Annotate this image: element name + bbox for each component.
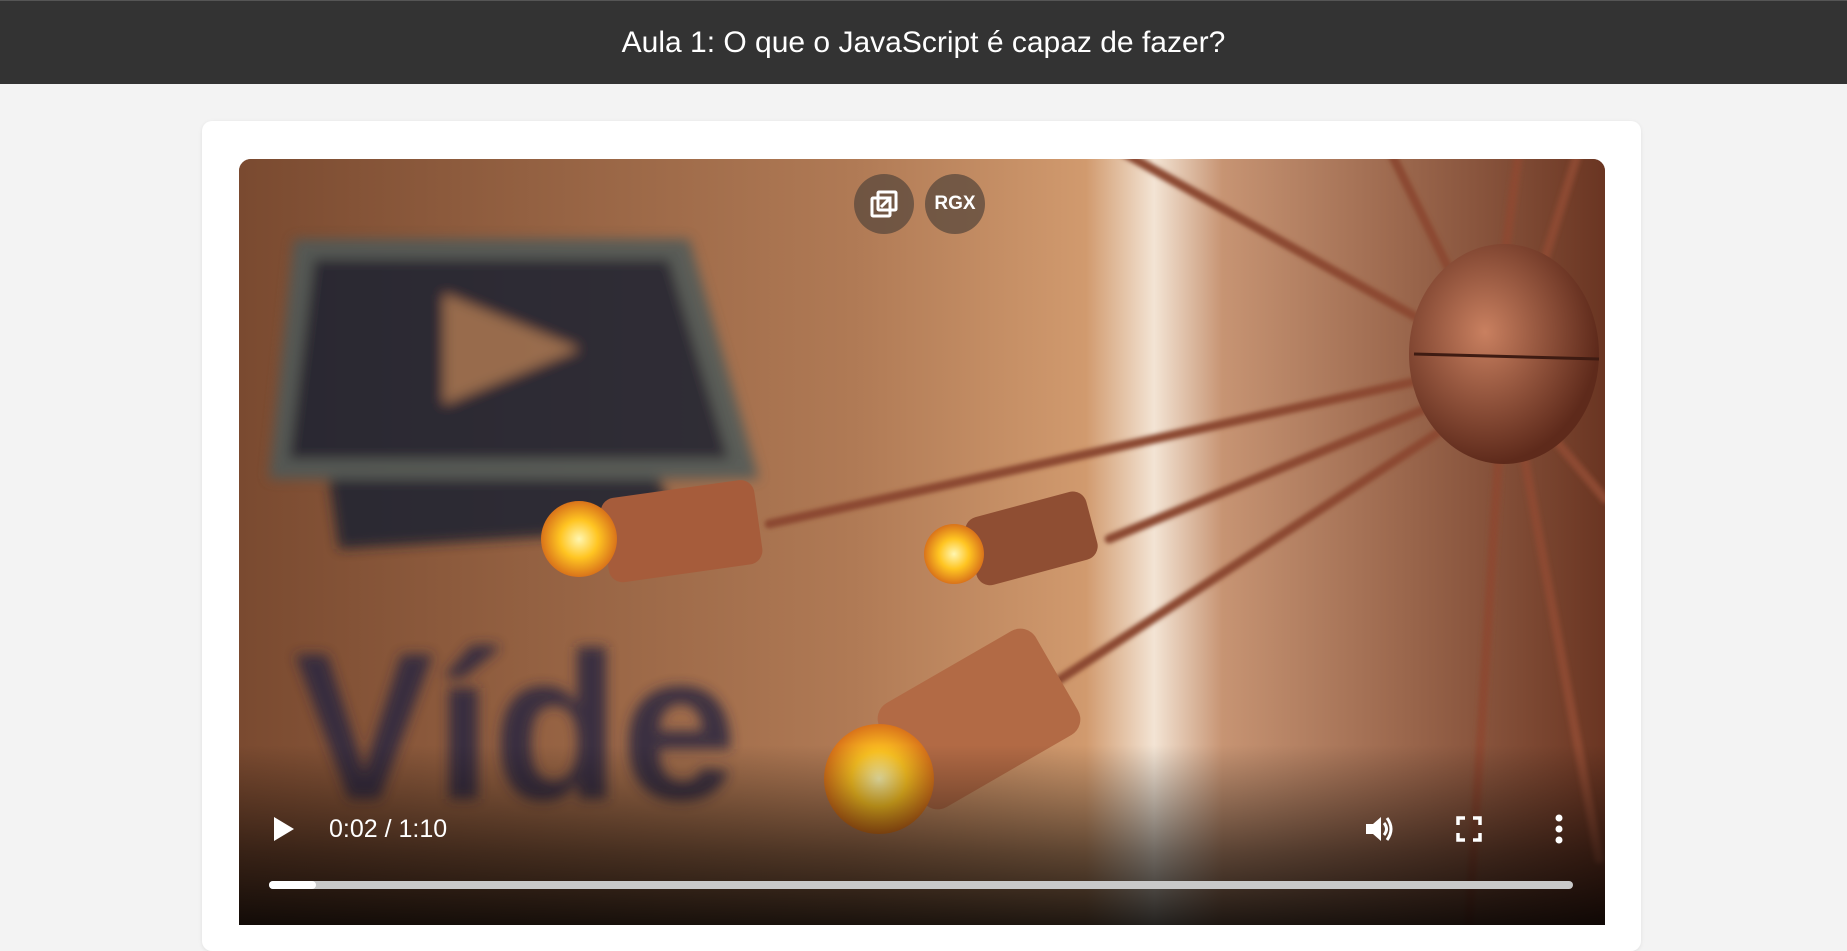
- play-button[interactable]: [263, 809, 303, 849]
- volume-icon: [1366, 817, 1393, 841]
- fullscreen-icon: [1456, 816, 1482, 842]
- time-display: 0:02 / 1:10: [329, 815, 447, 844]
- page-header: Aula 1: O que o JavaScript é capaz de fa…: [0, 0, 1847, 84]
- more-options-button[interactable]: [1539, 809, 1579, 849]
- rgx-button[interactable]: RGX: [925, 174, 985, 234]
- duration: 1:10: [398, 815, 448, 843]
- volume-button[interactable]: [1359, 809, 1399, 849]
- page-title: Aula 1: O que o JavaScript é capaz de fa…: [621, 25, 1226, 59]
- video-player[interactable]: Víde o: [239, 159, 1605, 925]
- play-icon: [274, 817, 294, 841]
- rgx-label: RGX: [934, 193, 976, 214]
- current-time: 0:02: [329, 815, 378, 843]
- progress-fill: [269, 881, 316, 889]
- progress-bar[interactable]: [269, 881, 1573, 889]
- picture-in-picture-button[interactable]: [854, 174, 914, 234]
- picture-in-picture-icon: [870, 190, 898, 218]
- more-options-icon: [1555, 814, 1563, 844]
- time-separator: /: [384, 815, 399, 843]
- fullscreen-button[interactable]: [1449, 809, 1489, 849]
